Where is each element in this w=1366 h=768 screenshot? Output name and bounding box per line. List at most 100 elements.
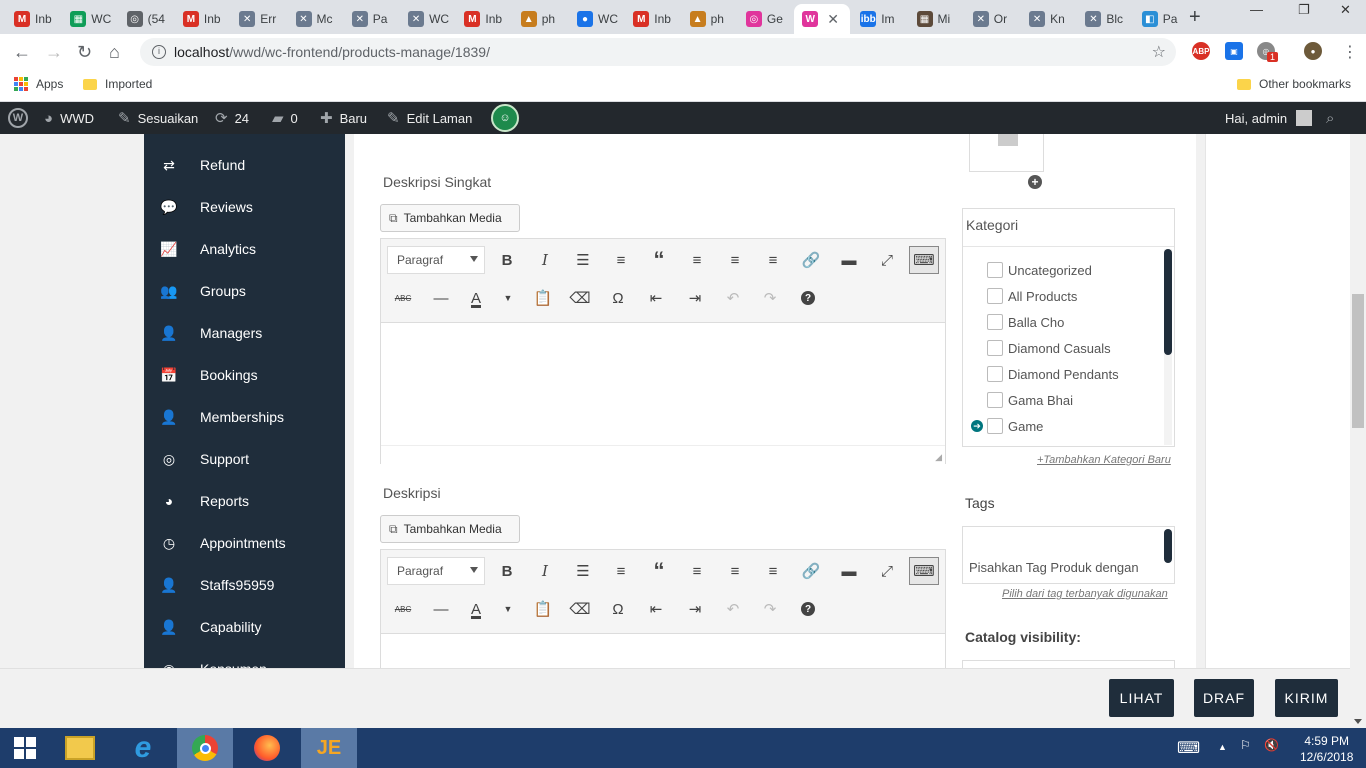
browser-tab[interactable]: ✕ Kn (1021, 4, 1075, 34)
browser-tab[interactable]: ✕ Pa (344, 4, 398, 34)
fullscreen-icon[interactable]: ⤢ (872, 246, 902, 274)
horizontal-line-icon[interactable]: — (426, 595, 456, 623)
sidebar-item-reports[interactable]: ◕ Reports (144, 480, 345, 522)
browser-tab[interactable]: ▦ Mi (909, 4, 963, 34)
draft-button[interactable]: DRAF (1194, 679, 1254, 717)
network-icon[interactable]: ⚐ (1240, 738, 1251, 752)
clock[interactable]: 4:59 PM 12/6/2018 (1300, 733, 1353, 765)
profile-avatar[interactable]: ● (1304, 42, 1322, 60)
link-icon[interactable]: 🔗 (796, 246, 826, 274)
text-color-icon[interactable]: A (461, 284, 491, 312)
text-color-dropdown-icon[interactable]: ▼ (493, 284, 523, 312)
sidebar-item-refund[interactable]: ⇄ Refund (144, 144, 345, 186)
category-scrollbar-thumb[interactable] (1164, 249, 1172, 355)
read-more-icon[interactable]: ▬ (834, 557, 864, 585)
bookmark-apps[interactable]: Apps (14, 77, 63, 91)
clear-format-icon[interactable]: ⌫ (565, 284, 595, 312)
special-character-icon[interactable]: Ω (603, 595, 633, 623)
strikethrough-icon[interactable]: ABC (388, 284, 418, 312)
browser-tab[interactable]: ibb Im (852, 4, 906, 34)
browser-tab[interactable]: ▲ ph (682, 4, 736, 34)
keyboard-icon[interactable]: ⌨ (1177, 738, 1200, 758)
edit-page-link[interactable]: ✎ Edit Laman (387, 102, 472, 134)
browser-tab[interactable]: M Inb (456, 4, 510, 34)
category-scrollbar[interactable] (1164, 249, 1172, 445)
category-item[interactable]: Gama Bhai (987, 392, 1073, 408)
add-media-button-2[interactable]: ⧉ Tambahkan Media (380, 515, 520, 543)
close-window-button[interactable]: ✕ (1340, 2, 1351, 18)
minimize-button[interactable]: — (1250, 2, 1263, 17)
view-button[interactable]: LIHAT (1109, 679, 1174, 717)
updates-link[interactable]: ⟳ 24 (215, 102, 249, 134)
redo-icon[interactable]: ↷ (755, 284, 785, 312)
clear-format-icon[interactable]: ⌫ (565, 595, 595, 623)
format-select[interactable]: Paragraf (387, 246, 485, 274)
comments-link[interactable]: ▰ 0 (272, 102, 298, 134)
expand-arrow-icon[interactable]: ➔ (971, 420, 983, 432)
category-item[interactable]: Balla Cho (987, 314, 1064, 330)
sidebar-item-reviews[interactable]: 💬 Reviews (144, 186, 345, 228)
align-left-icon[interactable]: ≡ (682, 246, 712, 274)
menu-icon[interactable]: ⋮ (1342, 42, 1358, 62)
browser-tab[interactable]: ✕ Err (231, 4, 285, 34)
account-menu[interactable]: Hai, admin (1225, 102, 1313, 134)
firefox-icon[interactable] (239, 728, 295, 768)
popular-tags-link[interactable]: Pilih dari tag terbanyak digunakan (1002, 588, 1168, 600)
align-center-icon[interactable]: ≡ (720, 557, 750, 585)
browser-tab[interactable]: ▲ ph (513, 4, 567, 34)
indent-icon[interactable]: ⇥ (680, 595, 710, 623)
undo-icon[interactable]: ↶ (718, 284, 748, 312)
browser-tab[interactable]: ◎ (54 (119, 4, 173, 34)
page-scrollbar[interactable] (1350, 134, 1366, 728)
toolbar-toggle-icon[interactable]: ⌨ (909, 557, 939, 585)
maximize-button[interactable]: ❐ (1298, 2, 1310, 18)
align-center-icon[interactable]: ≡ (720, 246, 750, 274)
customize-link[interactable]: ✎ Sesuaikan (118, 102, 198, 134)
bold-icon[interactable]: B (492, 557, 522, 585)
chrome-taskbar-icon[interactable] (177, 728, 233, 768)
category-checkbox[interactable] (987, 340, 1003, 356)
site-name-link[interactable]: ◕ WWD (44, 102, 94, 134)
category-item[interactable]: Diamond Pendants (987, 366, 1119, 382)
sidebar-item-bookings[interactable]: 📅 Bookings (144, 354, 345, 396)
align-right-icon[interactable]: ≡ (758, 557, 788, 585)
browser-tab-active[interactable]: W ✕ (794, 4, 851, 34)
paste-text-icon[interactable]: 📋 (528, 284, 558, 312)
browser-tab[interactable]: M Inb (6, 4, 60, 34)
sidebar-item-analytics[interactable]: 📈 Analytics (144, 228, 345, 270)
new-content-link[interactable]: ✚ Baru (320, 102, 367, 134)
read-more-icon[interactable]: ▬ (834, 246, 864, 274)
help-icon[interactable]: ? (793, 284, 823, 312)
tags-scrollbar[interactable] (1164, 529, 1172, 563)
outdent-icon[interactable]: ⇤ (641, 595, 671, 623)
sidebar-item-support[interactable]: ◎ Support (144, 438, 345, 480)
volume-muted-icon[interactable]: 🔇 (1264, 738, 1279, 752)
new-tab-button[interactable]: + (1189, 6, 1201, 29)
file-explorer-icon[interactable] (52, 728, 108, 768)
submit-button[interactable]: KIRIM (1275, 679, 1338, 717)
browser-tab[interactable]: ✕ WC (400, 4, 454, 34)
tray-expand-icon[interactable]: ▲ (1218, 742, 1227, 752)
italic-icon[interactable]: I (530, 246, 560, 274)
tags-input[interactable]: Pisahkan Tag Produk dengan (962, 526, 1175, 584)
numbered-list-icon[interactable]: ≡ (606, 557, 636, 585)
page-scrollbar-thumb[interactable] (1352, 294, 1364, 428)
jedit-icon[interactable]: JE (301, 728, 357, 768)
forward-icon[interactable]: → (45, 42, 63, 63)
add-media-button[interactable]: ⧉ Tambahkan Media (380, 204, 520, 232)
browser-tab[interactable]: ✕ Or (965, 4, 1019, 34)
strikethrough-icon[interactable]: ABC (388, 595, 418, 623)
adblock-icon[interactable]: ABP (1192, 42, 1210, 60)
site-info-icon[interactable]: i (152, 45, 166, 59)
cast-icon[interactable]: ▣ (1225, 42, 1243, 60)
bullet-list-icon[interactable]: ☰ (568, 557, 598, 585)
paste-text-icon[interactable]: 📋 (528, 595, 558, 623)
numbered-list-icon[interactable]: ≡ (606, 246, 636, 274)
product-image-placeholder[interactable] (969, 134, 1044, 172)
redo-icon[interactable]: ↷ (755, 595, 785, 623)
category-checkbox[interactable] (987, 418, 1003, 434)
sidebar-item-groups[interactable]: 👥 Groups (144, 270, 345, 312)
align-left-icon[interactable]: ≡ (682, 557, 712, 585)
sidebar-item-capability[interactable]: 👤 Capability (144, 606, 345, 648)
text-color-dropdown-icon[interactable]: ▼ (493, 595, 523, 623)
